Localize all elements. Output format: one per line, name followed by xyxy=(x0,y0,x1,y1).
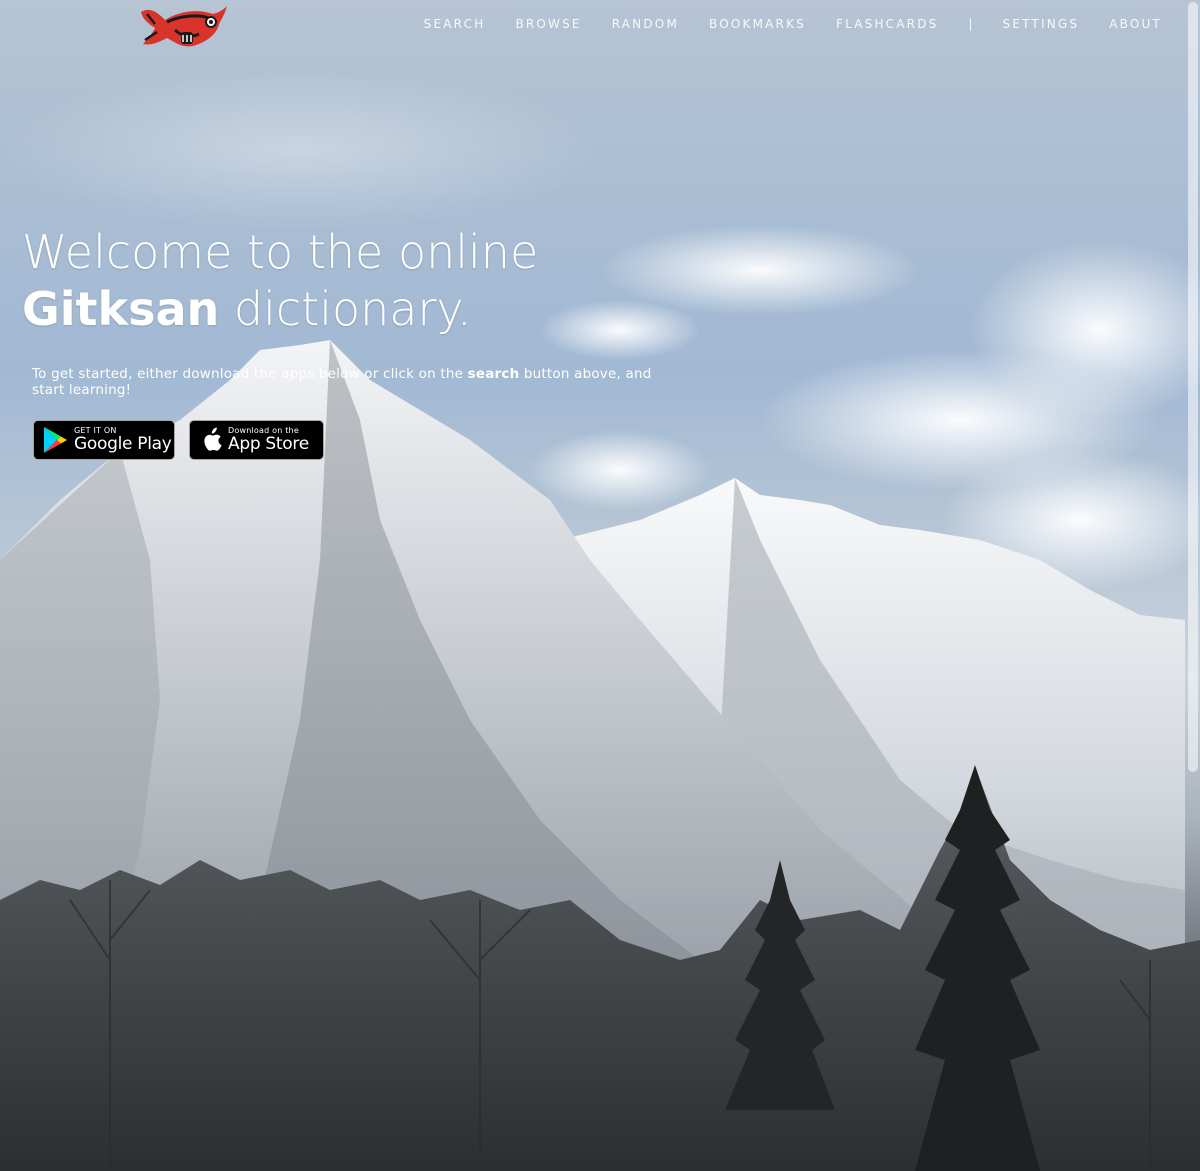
google-play-badge[interactable]: GET IT ON Google Play xyxy=(33,420,175,460)
apple-badge-big: App Store xyxy=(228,434,309,454)
scrollbar[interactable] xyxy=(1188,2,1198,772)
hero-title-gitksan: Gitksan xyxy=(22,282,220,336)
app-store-badge[interactable]: Download on the App Store xyxy=(189,420,324,460)
mountain-background xyxy=(0,70,1200,1171)
nav-about[interactable]: ABOUT xyxy=(1109,17,1162,31)
apple-icon xyxy=(204,427,222,451)
top-nav: SEARCH BROWSE RANDOM BOOKMARKS FLASHCARD… xyxy=(394,17,1162,31)
nav-random[interactable]: RANDOM xyxy=(612,17,679,31)
nav-flashcards[interactable]: FLASHCARDS xyxy=(836,17,939,31)
nav-separator: | xyxy=(968,17,973,31)
app-store-badges: GET IT ON Google Play Download on the Ap… xyxy=(33,420,324,460)
hero-intro: To get started, either download the apps… xyxy=(32,366,672,398)
google-badge-big: Google Play xyxy=(74,434,172,454)
gitksan-fish-logo[interactable] xyxy=(137,2,229,50)
hero-title-line1: Welcome to the online xyxy=(22,225,539,279)
hero-intro-search: search xyxy=(467,366,520,382)
hero-intro-before: To get started, either download the apps… xyxy=(32,366,468,382)
home-page: SEARCH BROWSE RANDOM BOOKMARKS FLASHCARD… xyxy=(0,0,1200,1171)
hero-title: Welcome to the online Gitksan dictionary… xyxy=(22,224,538,338)
google-play-icon xyxy=(44,427,67,453)
hero-title-rest: dictionary. xyxy=(219,282,472,336)
nav-search[interactable]: SEARCH xyxy=(424,17,486,31)
nav-settings[interactable]: SETTINGS xyxy=(1003,17,1080,31)
nav-browse[interactable]: BROWSE xyxy=(515,17,581,31)
nav-bookmarks[interactable]: BOOKMARKS xyxy=(709,17,806,31)
hero-title-line2: Gitksan dictionary. xyxy=(22,281,538,338)
